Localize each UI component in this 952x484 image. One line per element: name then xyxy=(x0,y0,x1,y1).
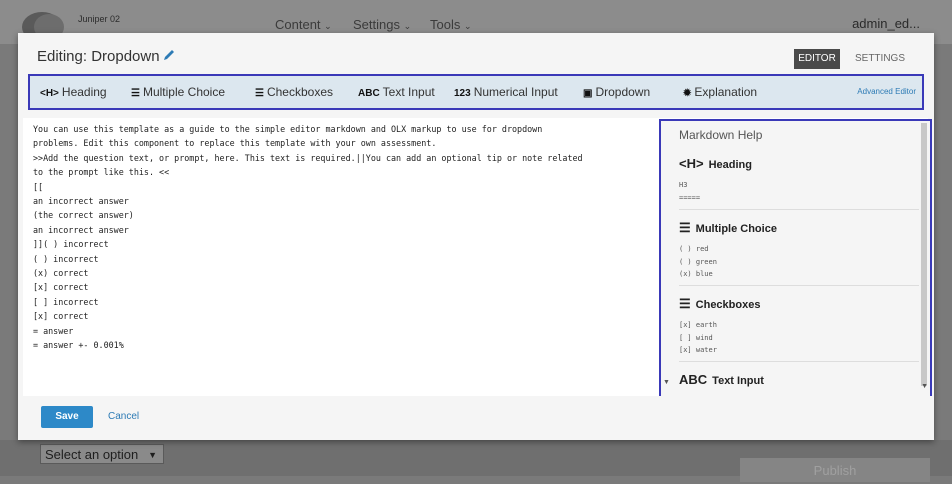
list-icon: ☰ xyxy=(679,220,691,235)
toolbar-multiple-choice[interactable]: ☰ Multiple Choice xyxy=(131,76,225,108)
chevron-down-icon: ▼ xyxy=(148,450,157,460)
text-input-icon: ABC xyxy=(679,372,708,387)
divider xyxy=(679,361,919,362)
tab-settings[interactable]: SETTINGS xyxy=(852,49,908,69)
pencil-icon[interactable] xyxy=(162,48,176,62)
modal-title: Editing: Dropdown xyxy=(37,48,160,65)
toolbar-explanation[interactable]: ✹ Explanation xyxy=(683,76,757,108)
editor-modal: Editing: Dropdown EDITOR SETTINGS <H> Hea… xyxy=(18,33,934,440)
course-label: Juniper 02 xyxy=(78,14,121,24)
toolbar-numerical-input[interactable]: 123 Numerical Input xyxy=(454,76,558,108)
heading-icon: <H> xyxy=(679,156,704,171)
nav-content[interactable]: Content ⌄ xyxy=(275,17,332,32)
help-section-multiple-choice: ☰ Multiple Choice ( ) red ( ) green (x) b… xyxy=(679,220,777,278)
scroll-down-icon[interactable]: ▼ xyxy=(663,379,670,386)
divider xyxy=(679,285,919,286)
toolbar-dropdown[interactable]: ▣ Dropdown xyxy=(583,76,650,108)
cancel-button[interactable]: Cancel xyxy=(108,406,139,428)
user-menu[interactable]: admin_ed... xyxy=(852,16,920,31)
nav-settings[interactable]: Settings ⌄ xyxy=(353,17,411,32)
tab-editor[interactable]: EDITOR xyxy=(794,49,840,69)
toolbar-text-input[interactable]: ABC Text Input xyxy=(358,76,435,108)
toolbar-heading[interactable]: <H> Heading xyxy=(40,76,107,108)
scroll-right-down-icon[interactable]: ▼ xyxy=(921,383,928,390)
editor-content[interactable]: You can use this template as a guide to … xyxy=(33,122,653,353)
checklist-icon: ☰ xyxy=(255,88,264,99)
checklist-icon: ☰ xyxy=(679,296,691,311)
help-scrollbar[interactable] xyxy=(921,123,927,386)
dropdown-icon: ▣ xyxy=(583,88,593,99)
save-button[interactable]: Save xyxy=(41,406,93,428)
text-input-icon: ABC xyxy=(358,88,380,99)
modal-header: Editing: Dropdown EDITOR SETTINGS xyxy=(18,33,934,73)
nav-tools[interactable]: Tools ⌄ xyxy=(430,17,472,32)
lightbulb-icon: ✹ xyxy=(683,88,692,99)
numerical-icon: 123 xyxy=(454,88,471,99)
answer-select[interactable]: Select an option ▼ xyxy=(40,444,164,464)
help-title: Markdown Help xyxy=(679,128,763,142)
help-section-heading: <H> Heading H3 ===== xyxy=(679,156,752,202)
editor-toolbar: <H> Heading ☰ Multiple Choice ☰ Checkboxes … xyxy=(28,74,924,110)
heading-icon: <H> xyxy=(40,88,59,99)
divider xyxy=(679,209,919,210)
publish-button[interactable]: Publish xyxy=(740,458,930,482)
advanced-editor-link[interactable]: Advanced Editor xyxy=(857,76,916,108)
help-section-text-input: ABC Text Input xyxy=(679,372,764,387)
modal-footer: Save Cancel xyxy=(18,396,934,440)
toolbar-checkboxes[interactable]: ☰ Checkboxes xyxy=(255,76,333,108)
markdown-help-panel: Markdown Help <H> Heading H3 ===== ☰ Multi… xyxy=(659,119,932,419)
help-section-checkboxes: ☰ Checkboxes [x] earth [ ] wind [x] water xyxy=(679,296,761,354)
list-icon: ☰ xyxy=(131,88,140,99)
background-footer: Select an option ▼ Publish xyxy=(0,440,952,482)
